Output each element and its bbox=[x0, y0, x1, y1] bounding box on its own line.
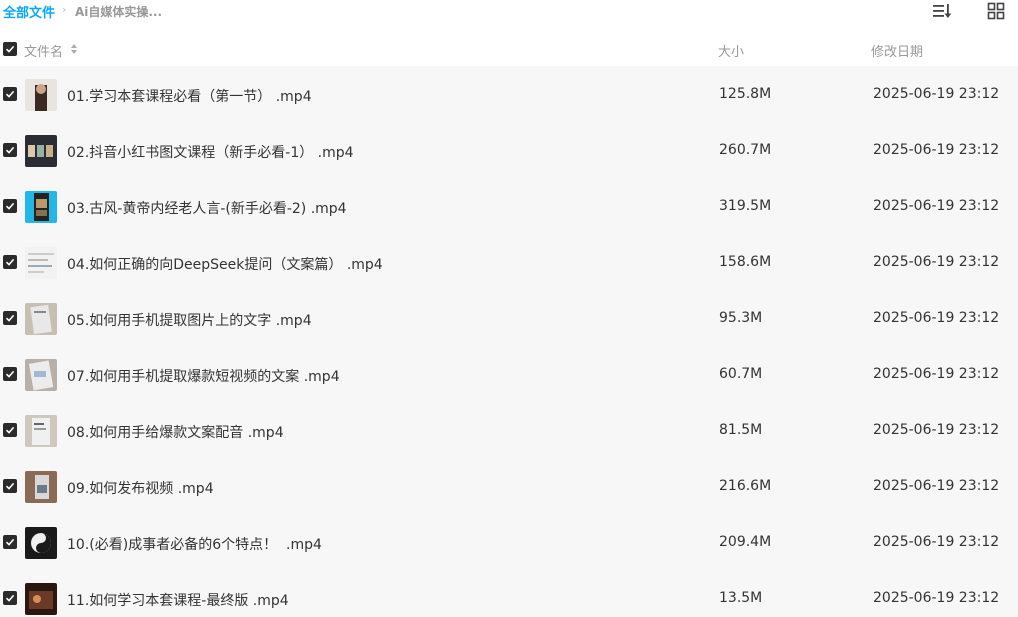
file-name[interactable]: 07.如何用手机提取爆款短视频的文案 .mp4 bbox=[67, 366, 340, 386]
select-all-checkbox[interactable] bbox=[3, 42, 17, 56]
file-size: 158.6M bbox=[719, 254, 772, 270]
file-name[interactable]: 09.如何发布视频 .mp4 bbox=[67, 478, 214, 498]
breadcrumb-root[interactable]: 全部文件 bbox=[3, 2, 55, 21]
file-size: 209.4M bbox=[719, 534, 772, 550]
video-thumbnail bbox=[25, 415, 57, 447]
grid-view-icon[interactable] bbox=[986, 1, 1006, 21]
file-size: 60.7M bbox=[719, 366, 763, 382]
file-size: 81.5M bbox=[719, 422, 763, 438]
file-date: 2025-06-19 23:12 bbox=[873, 366, 1000, 382]
column-header-date[interactable]: 修改日期 bbox=[871, 41, 923, 60]
row-checkbox[interactable] bbox=[3, 479, 17, 493]
file-date: 2025-06-19 23:12 bbox=[873, 86, 1000, 102]
row-checkbox[interactable] bbox=[3, 311, 17, 325]
breadcrumb-current[interactable]: Ai自媒体实操... bbox=[75, 3, 162, 20]
file-row[interactable]: 10.(必看)成事者必备的6个特点！ .mp4 209.4M 2025-06-1… bbox=[0, 514, 1018, 570]
column-header-size[interactable]: 大小 bbox=[718, 41, 744, 60]
file-date: 2025-06-19 23:12 bbox=[873, 478, 1000, 494]
row-checkbox[interactable] bbox=[3, 199, 17, 213]
check-icon bbox=[5, 426, 15, 434]
file-date: 2025-06-19 23:12 bbox=[873, 310, 1000, 326]
file-row[interactable]: 11.如何学习本套课程-最终版 .mp4 13.5M 2025-06-19 23… bbox=[0, 570, 1018, 617]
row-checkbox[interactable] bbox=[3, 143, 17, 157]
file-name[interactable]: 11.如何学习本套课程-最终版 .mp4 bbox=[67, 590, 289, 610]
file-name[interactable]: 04.如何正确的向DeepSeek提问（文案篇） .mp4 bbox=[67, 254, 383, 274]
check-icon bbox=[5, 482, 15, 490]
file-date: 2025-06-19 23:12 bbox=[873, 142, 1000, 158]
video-thumbnail bbox=[25, 359, 57, 391]
file-row[interactable]: 03.古风-黄帝内经老人言-(新手必看-2) .mp4 319.5M 2025-… bbox=[0, 178, 1018, 234]
file-row[interactable]: 02.抖音小红书图文课程（新手必看-1） .mp4 260.7M 2025-06… bbox=[0, 122, 1018, 178]
video-thumbnail bbox=[25, 527, 57, 559]
video-thumbnail bbox=[25, 247, 57, 279]
row-checkbox[interactable] bbox=[3, 535, 17, 549]
file-date: 2025-06-19 23:12 bbox=[873, 254, 1000, 270]
column-header-name[interactable]: 文件名 bbox=[24, 41, 63, 60]
check-icon bbox=[5, 45, 15, 53]
file-date: 2025-06-19 23:12 bbox=[873, 422, 1000, 438]
video-thumbnail bbox=[25, 583, 57, 615]
sort-list-icon[interactable] bbox=[931, 1, 953, 21]
check-icon bbox=[5, 538, 15, 546]
file-row[interactable]: 05.如何用手机提取图片上的文字 .mp4 95.3M 2025-06-19 2… bbox=[0, 290, 1018, 346]
check-icon bbox=[5, 90, 15, 98]
check-icon bbox=[5, 314, 15, 322]
row-checkbox[interactable] bbox=[3, 591, 17, 605]
file-size: 319.5M bbox=[719, 198, 772, 214]
file-row[interactable]: 08.如何用手给爆款文案配音 .mp4 81.5M 2025-06-19 23:… bbox=[0, 402, 1018, 458]
row-checkbox[interactable] bbox=[3, 367, 17, 381]
file-date: 2025-06-19 23:12 bbox=[873, 534, 1000, 550]
breadcrumb-separator: › bbox=[62, 3, 67, 16]
file-date: 2025-06-19 23:12 bbox=[873, 198, 1000, 214]
video-thumbnail bbox=[25, 135, 57, 167]
sort-arrows-icon[interactable] bbox=[70, 41, 78, 55]
top-bar: 全部文件 › Ai自媒体实操... bbox=[0, 0, 1018, 24]
file-size: 125.8M bbox=[719, 86, 772, 102]
file-name[interactable]: 05.如何用手机提取图片上的文字 .mp4 bbox=[67, 310, 312, 330]
file-name[interactable]: 02.抖音小红书图文课程（新手必看-1） .mp4 bbox=[67, 142, 354, 162]
file-size: 95.3M bbox=[719, 310, 763, 326]
video-thumbnail bbox=[25, 303, 57, 335]
file-row[interactable]: 04.如何正确的向DeepSeek提问（文案篇） .mp4 158.6M 202… bbox=[0, 234, 1018, 290]
file-list: 01.学习本套课程必看（第一节） .mp4 125.8M 2025-06-19 … bbox=[0, 66, 1018, 617]
file-size: 216.6M bbox=[719, 478, 772, 494]
check-icon bbox=[5, 202, 15, 210]
file-row[interactable]: 01.学习本套课程必看（第一节） .mp4 125.8M 2025-06-19 … bbox=[0, 66, 1018, 122]
check-icon bbox=[5, 594, 15, 602]
row-checkbox[interactable] bbox=[3, 87, 17, 101]
list-header: 文件名 大小 修改日期 bbox=[0, 36, 1018, 64]
file-date: 2025-06-19 23:12 bbox=[873, 590, 1000, 606]
file-row[interactable]: 09.如何发布视频 .mp4 216.6M 2025-06-19 23:12 bbox=[0, 458, 1018, 514]
file-size: 260.7M bbox=[719, 142, 772, 158]
file-name[interactable]: 08.如何用手给爆款文案配音 .mp4 bbox=[67, 422, 284, 442]
file-name[interactable]: 03.古风-黄帝内经老人言-(新手必看-2) .mp4 bbox=[67, 198, 347, 218]
file-row[interactable]: 07.如何用手机提取爆款短视频的文案 .mp4 60.7M 2025-06-19… bbox=[0, 346, 1018, 402]
check-icon bbox=[5, 258, 15, 266]
row-checkbox[interactable] bbox=[3, 423, 17, 437]
check-icon bbox=[5, 146, 15, 154]
file-name[interactable]: 01.学习本套课程必看（第一节） .mp4 bbox=[67, 86, 312, 106]
file-name[interactable]: 10.(必看)成事者必备的6个特点！ .mp4 bbox=[67, 534, 322, 554]
video-thumbnail bbox=[25, 471, 57, 503]
file-size: 13.5M bbox=[719, 590, 763, 606]
row-checkbox[interactable] bbox=[3, 255, 17, 269]
check-icon bbox=[5, 370, 15, 378]
video-thumbnail bbox=[25, 191, 57, 223]
video-thumbnail bbox=[25, 79, 57, 111]
